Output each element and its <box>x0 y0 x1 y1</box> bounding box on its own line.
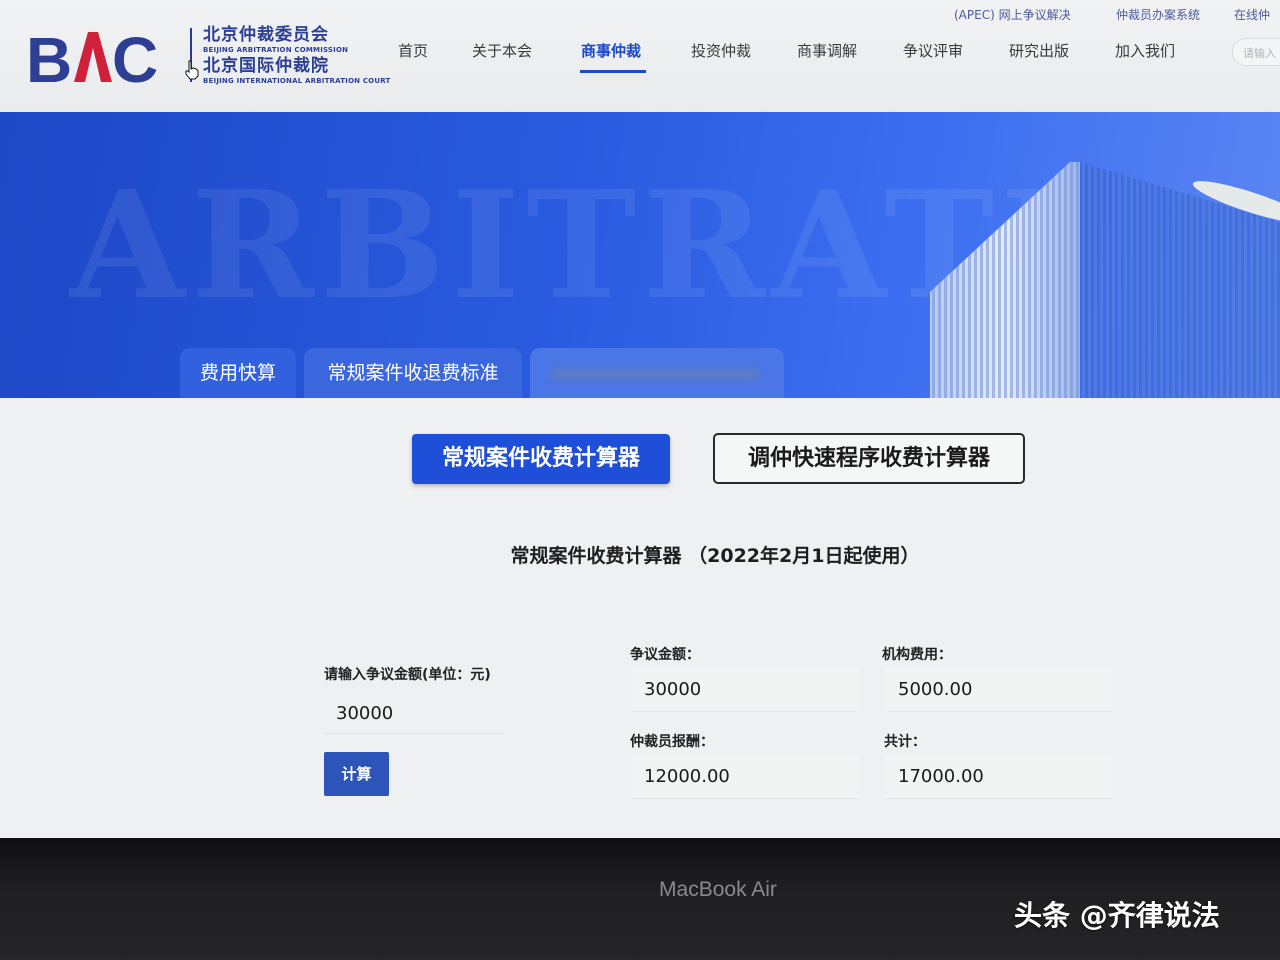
dispute-amount-label: 争议金额： <box>630 647 700 663</box>
hand-cursor-icon <box>185 60 199 80</box>
logo-text: 北京仲裁委员会 BEIJING ARBITRATION COMMISSION 北… <box>203 24 390 86</box>
regular-calculator-button[interactable]: 常规案件收费计算器 <box>412 434 670 484</box>
amount-input-label: 请输入争议金额(单位：元) <box>324 667 491 683</box>
nav-about[interactable]: 关于本会 <box>472 40 532 61</box>
mediation-calculator-button[interactable]: 调仲快速程序收费计算器 <box>713 433 1025 484</box>
logo-en-name: BEIJING ARBITRATION COMMISSION <box>203 46 349 54</box>
nav-commercial-mediation[interactable]: 商事调解 <box>797 40 857 61</box>
building-illustration <box>930 162 1280 398</box>
nav-active-indicator <box>580 70 646 73</box>
top-link-online[interactable]: 在线仲 <box>1234 6 1270 23</box>
amount-input[interactable] <box>324 694 504 734</box>
institution-fee-value: 5000.00 <box>886 668 1112 712</box>
nav-investment-arbitration[interactable]: 投资仲裁 <box>691 40 751 61</box>
nav-commercial-arbitration[interactable]: 商事仲裁 <box>581 40 641 61</box>
bac-logo-icon[interactable]: B C <box>26 26 182 88</box>
nav-join-us[interactable]: 加入我们 <box>1115 40 1175 61</box>
logo-cn-name-2: 北京国际仲裁院 <box>203 56 329 76</box>
tab-fee-quick-calc[interactable]: 费用快算 <box>180 348 296 398</box>
institution-fee-label: 机构费用： <box>882 647 952 663</box>
photo-credit-watermark: 头条 @齐律说法 <box>1014 899 1220 932</box>
total-value: 17000.00 <box>886 755 1112 799</box>
top-link-apec-odr[interactable]: (APEC) 网上争议解决 <box>954 6 1071 23</box>
total-label: 共计： <box>884 734 926 750</box>
arbitrator-fee-label: 仲裁员报酬： <box>630 734 714 750</box>
calculate-button[interactable]: 计算 <box>324 752 389 796</box>
svg-text:C: C <box>112 26 158 88</box>
nav-dispute-review[interactable]: 争议评审 <box>903 40 963 61</box>
search-input[interactable]: 请输入 <box>1232 38 1280 66</box>
logo-cn-name: 北京仲裁委员会 <box>203 25 329 45</box>
calculator-panel: 常规案件收费计算器 调仲快速程序收费计算器 常规案件收费计算器 （2022年2月… <box>0 398 1280 838</box>
hero-banner: ARBITRATI 费用快算 常规案件收退费标准 <box>0 112 1280 398</box>
tab-fee-standard[interactable]: 常规案件收退费标准 <box>304 348 522 398</box>
blurred-tab-text <box>550 368 760 380</box>
top-link-arbitrator-system[interactable]: 仲裁员办案系统 <box>1116 6 1200 23</box>
calculator-title: 常规案件收费计算器 （2022年2月1日起使用） <box>510 545 920 567</box>
nav-research[interactable]: 研究出版 <box>1009 40 1069 61</box>
site-header: B C 北京仲裁委员会 BEIJING ARBITRATION COMMISSI… <box>0 0 1280 112</box>
dispute-amount-value: 30000 <box>632 668 858 712</box>
laptop-bezel: MacBook Air 头条 @齐律说法 <box>0 838 1280 960</box>
svg-text:B: B <box>26 26 70 88</box>
arbitrator-fee-value: 12000.00 <box>632 755 858 799</box>
logo-en-name-2: BEIJING INTERNATIONAL ARBITRATION COURT <box>203 77 391 85</box>
tab-blurred[interactable] <box>530 348 784 398</box>
nav-home[interactable]: 首页 <box>398 40 428 61</box>
browser-screen: B C 北京仲裁委员会 BEIJING ARBITRATION COMMISSI… <box>0 0 1280 838</box>
